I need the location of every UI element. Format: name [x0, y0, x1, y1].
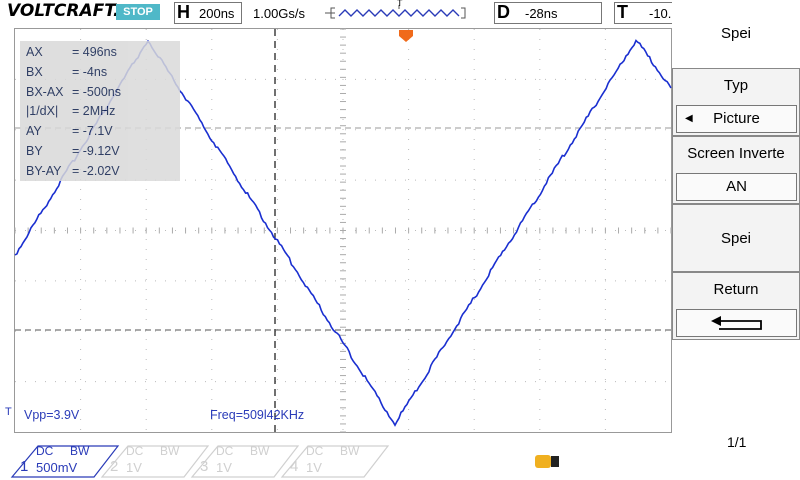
trigger-level-box[interactable]: T -10.: [614, 2, 673, 24]
measurement-label: AY: [26, 124, 42, 139]
measurement-row: BY = -9.12V: [26, 144, 120, 158]
menu-save-label: Spei: [720, 25, 752, 42]
channel-coupling: DC: [306, 444, 324, 458]
channel-coupling: DC: [216, 444, 234, 458]
usb-storage-icon: [535, 455, 559, 468]
measurement-value: = -9.12V: [72, 144, 120, 158]
channel-number: 2: [110, 458, 119, 475]
vpp-readout: Vpp=3.9V: [24, 408, 80, 422]
channel-volts-div: 500mV: [36, 460, 78, 475]
frequency-readout: Freq=509l42KHz: [210, 408, 305, 422]
run-state-badge[interactable]: STOP: [116, 4, 160, 20]
channel-3-settings[interactable]: 3 DC BW 1V: [190, 444, 300, 478]
cursor-measurement-panel: AX = 496ns BX = -4ns BX-AX = -500ns |1/dX| = 2M…: [20, 41, 180, 181]
chevron-left-icon: ◀: [685, 113, 693, 124]
channel-volts-div: 1V: [216, 460, 232, 475]
measurement-label: BX: [26, 64, 43, 79]
menu-save-label-2: Spei: [720, 230, 752, 247]
channel-coupling: DC: [126, 444, 144, 458]
menu-section-4[interactable]: Spei: [672, 204, 800, 272]
menu-invert-label: Screen Inverte: [687, 145, 785, 162]
horizontal-scale-box[interactable]: H 200ns: [174, 2, 242, 24]
channel-1-settings[interactable]: 1 DC BW 500mV: [10, 444, 120, 478]
delay-letter: D: [497, 2, 510, 22]
measurement-label: BX-AX: [26, 84, 64, 99]
measurement-row: AX = 496ns: [26, 45, 117, 59]
measurement-value: = -500ns: [72, 84, 121, 99]
channel-volts-div: 1V: [126, 460, 142, 475]
channel-number: 4: [290, 458, 299, 475]
channel-1-ground-marker[interactable]: T: [5, 406, 12, 418]
channel-2-settings[interactable]: 2 DC BW 1V: [100, 444, 210, 478]
brand-logo: VOLTCRAFT.: [7, 1, 120, 21]
menu-invert-value[interactable]: AN: [676, 173, 797, 201]
channel-bandwidth: BW: [340, 444, 360, 458]
measurement-value: = -7.1V: [72, 124, 113, 139]
channel-bandwidth: BW: [250, 444, 270, 458]
measurement-row: BX = -4ns: [26, 65, 107, 79]
channel-4-settings[interactable]: 4 DC BW 1V: [280, 444, 390, 478]
measurement-value: = 496ns: [72, 45, 117, 59]
measurement-row: |1/dX| = 2MHz: [26, 104, 115, 118]
menu-type-value: Picture: [713, 110, 760, 127]
menu-section-1[interactable]: Spei: [672, 0, 800, 68]
channel-volts-div: 1V: [306, 460, 322, 475]
menu-section-type[interactable]: Typ ◀ Picture: [672, 68, 800, 136]
measurement-value: = -4ns: [72, 64, 108, 79]
measurement-row: BY-AY = -2.02V: [26, 164, 120, 178]
trigger-letter: T: [617, 2, 628, 22]
channel-number: 1: [20, 458, 29, 475]
measurement-value: = -2.02V: [72, 163, 120, 178]
channel-bandwidth: BW: [160, 444, 180, 458]
measurement-label: BY: [26, 144, 43, 158]
horizontal-letter: H: [177, 2, 190, 22]
menu-return-label: Return: [713, 281, 759, 298]
menu-type-label: Typ: [723, 77, 749, 94]
menu-page-indicator: 1/1: [727, 434, 747, 450]
menu-section-return[interactable]: Return: [672, 272, 800, 340]
channel-bandwidth: BW: [70, 444, 90, 458]
channel-coupling: DC: [36, 444, 54, 458]
trigger-position-indicator: T: [323, 0, 473, 22]
measurement-label: |1/dX|: [26, 104, 59, 119]
menu-type-select[interactable]: ◀ Picture: [676, 105, 797, 133]
measurement-row: BX-AX = -500ns: [26, 85, 121, 99]
measurement-label: BY-AY: [26, 163, 62, 178]
return-arrow-icon: [710, 316, 762, 330]
return-button[interactable]: [676, 309, 797, 337]
trigger-marker-label: T: [397, 0, 403, 8]
menu-section-invert[interactable]: Screen Inverte AN: [672, 136, 800, 204]
measurement-value: = 2MHz: [72, 104, 116, 119]
delay-value: -28ns: [525, 6, 558, 21]
measurement-row: AY = -7.1V: [26, 124, 113, 138]
trigger-value: -10.: [649, 6, 672, 21]
channel-number: 3: [200, 458, 209, 475]
horizontal-value: 200ns: [199, 6, 235, 21]
sample-rate: 1.00Gs/s: [253, 6, 306, 21]
measurement-label: AX: [26, 45, 43, 59]
delay-box[interactable]: D -28ns: [494, 2, 602, 24]
